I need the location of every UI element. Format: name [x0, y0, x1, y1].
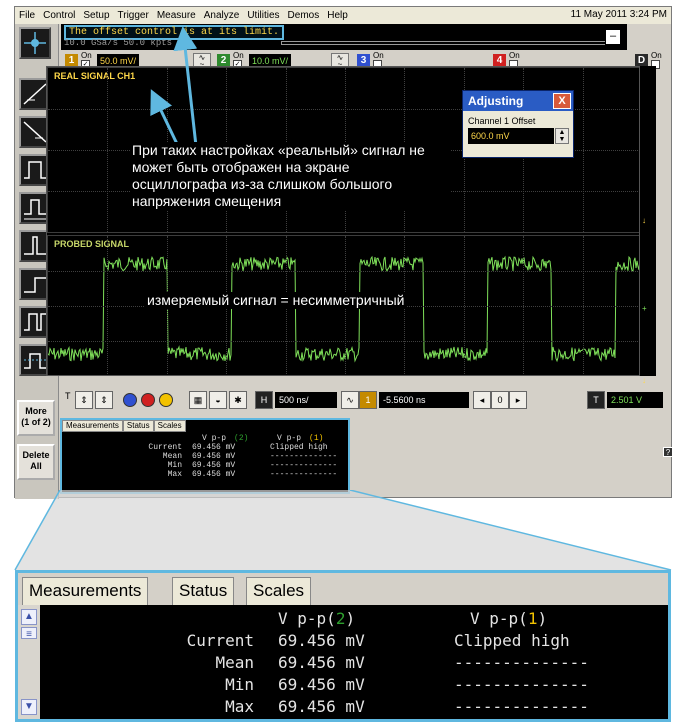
row-label-mean: Mean	[215, 653, 254, 672]
measurements-header-row: V p-p(2) V p-p(1)	[58, 609, 658, 629]
current-vpp-ch1: Clipped high	[454, 631, 570, 650]
offset-explanation-annotation: При таких настройках «реальный» сигнал н…	[130, 142, 450, 210]
table-row: Min 69.456 mV --------------	[58, 675, 658, 695]
zoom-funnel	[14, 490, 672, 571]
header-vpp-ch1: V p-p(1)	[470, 609, 548, 628]
min-vpp-ch2: 69.456 mV	[278, 675, 365, 694]
measurements-scrollbar[interactable]: ▲ ≡ ▼	[18, 605, 40, 719]
row-label-current: Current	[186, 631, 254, 650]
table-row: Max 69.456 mV --------------	[58, 697, 658, 717]
measurements-panel-small: Measurements Status Scales V p-p (2) V p-p(…	[60, 418, 350, 494]
min-vpp-ch1: --------------	[454, 675, 589, 694]
arrow-to-real-signal	[150, 89, 180, 147]
measurements-tabs: Measurements Status Scales	[18, 573, 668, 605]
row-label-max: Max	[225, 697, 254, 716]
measurements-table-small: V p-p (2) V p-p (1) Current 69.456 mV Clippe…	[148, 434, 338, 479]
max-vpp-ch1: --------------	[454, 697, 589, 716]
tab-status-small[interactable]: Status	[122, 420, 154, 432]
tab-scales[interactable]: Scales	[246, 577, 312, 605]
mean-vpp-ch1: --------------	[454, 653, 589, 672]
current-vpp-ch2: 69.456 mV	[278, 631, 365, 650]
figure-root: File Control Setup Trigger Measure Analyze Uti…	[0, 0, 674, 724]
row-label-min: Min	[225, 675, 254, 694]
arrow-to-offset-message	[173, 26, 198, 147]
measurements-tabs-small: Measurements Status Scales	[62, 420, 186, 432]
max-vpp-ch2: 69.456 mV	[278, 697, 365, 716]
scroll-up-icon[interactable]: ▲	[21, 609, 37, 625]
header-vpp-ch2: V p-p(2)	[278, 609, 356, 628]
mean-vpp-ch2: 69.456 mV	[278, 653, 365, 672]
tab-status[interactable]: Status	[172, 577, 235, 605]
tab-measurements-small[interactable]: Measurements	[62, 420, 123, 432]
table-row: Current 69.456 mV Clipped high	[58, 631, 658, 651]
scroll-thumb[interactable]: ≡	[21, 627, 37, 640]
scroll-down-icon[interactable]: ▼	[21, 699, 37, 715]
signal-explanation-annotation: измеряемый сигнал = несимметричный	[144, 292, 408, 309]
tab-measurements[interactable]: Measurements	[22, 577, 149, 605]
table-row: Mean 69.456 mV --------------	[58, 653, 658, 673]
tab-scales-small[interactable]: Scales	[153, 420, 186, 432]
measurements-panel-zoomed: Measurements Status Scales ▲ ≡ ▼ V p-p(2…	[15, 570, 671, 722]
